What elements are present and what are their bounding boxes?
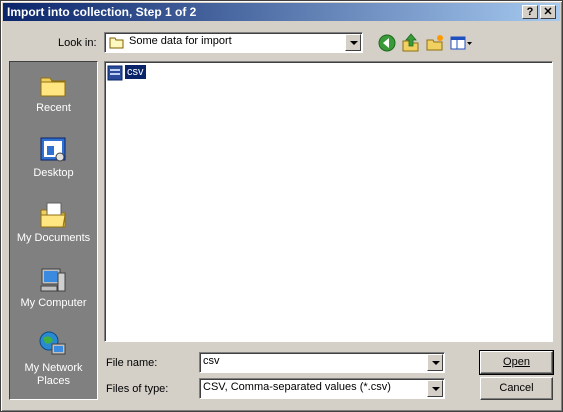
title-bar[interactable]: Import into collection, Step 1 of 2 ? ✕: [3, 3, 560, 21]
back-icon[interactable]: [377, 33, 397, 53]
views-menu-icon[interactable]: [449, 33, 473, 53]
place-my-documents-label: My Documents: [16, 232, 91, 244]
files-of-type-dropdown-button[interactable]: [427, 380, 443, 397]
look-in-dropdown-button[interactable]: [345, 34, 361, 51]
my-computer-icon: [40, 268, 66, 292]
file-list[interactable]: csv: [104, 61, 553, 342]
files-of-type-label: Files of type:: [106, 383, 169, 395]
place-my-network-places-label: My Network Places: [24, 362, 83, 387]
my-documents-icon: [40, 202, 66, 228]
place-recent[interactable]: Recent: [10, 66, 97, 130]
cancel-button-label: Cancel: [499, 382, 534, 394]
desktop-icon: [40, 137, 66, 162]
file-name-value: csv: [203, 355, 220, 367]
import-dialog: Import into collection, Step 1 of 2 ? ✕ …: [0, 0, 563, 412]
look-in-label: Look in:: [58, 37, 97, 49]
csv-file-icon: [107, 65, 123, 81]
place-my-computer[interactable]: My Computer: [10, 261, 97, 325]
file-name-csv: csv: [124, 64, 147, 80]
close-button[interactable]: ✕: [540, 5, 556, 19]
look-in-value: Some data for import: [129, 35, 232, 47]
place-desktop-label: Desktop: [33, 167, 74, 179]
network-places-icon: [39, 331, 66, 355]
open-button-label: Open: [503, 356, 530, 368]
up-folder-icon[interactable]: [401, 33, 421, 53]
place-my-network-places[interactable]: My Network Places: [10, 326, 97, 398]
cancel-button[interactable]: Cancel: [480, 377, 553, 400]
window-title: Import into collection, Step 1 of 2: [7, 5, 197, 19]
place-my-computer-label: My Computer: [20, 297, 87, 309]
folder-icon: [109, 37, 124, 49]
open-button[interactable]: Open: [479, 350, 554, 375]
place-desktop[interactable]: Desktop: [10, 131, 97, 195]
files-of-type-value: CSV, Comma-separated values (*.csv): [203, 381, 391, 393]
help-button[interactable]: ?: [522, 5, 538, 19]
new-folder-icon[interactable]: [425, 33, 445, 53]
place-my-documents[interactable]: My Documents: [10, 196, 97, 260]
file-name-input[interactable]: csv: [199, 352, 445, 373]
places-bar: Recent Desktop My Documents My Computer …: [9, 61, 98, 400]
place-recent-label: Recent: [36, 102, 71, 114]
look-in-combo[interactable]: Some data for import: [104, 32, 363, 53]
file-name-dropdown-button[interactable]: [427, 354, 443, 371]
file-name-label: File name:: [106, 357, 158, 369]
files-of-type-select[interactable]: CSV, Comma-separated values (*.csv): [199, 378, 445, 399]
recent-folder-icon: [40, 77, 66, 97]
